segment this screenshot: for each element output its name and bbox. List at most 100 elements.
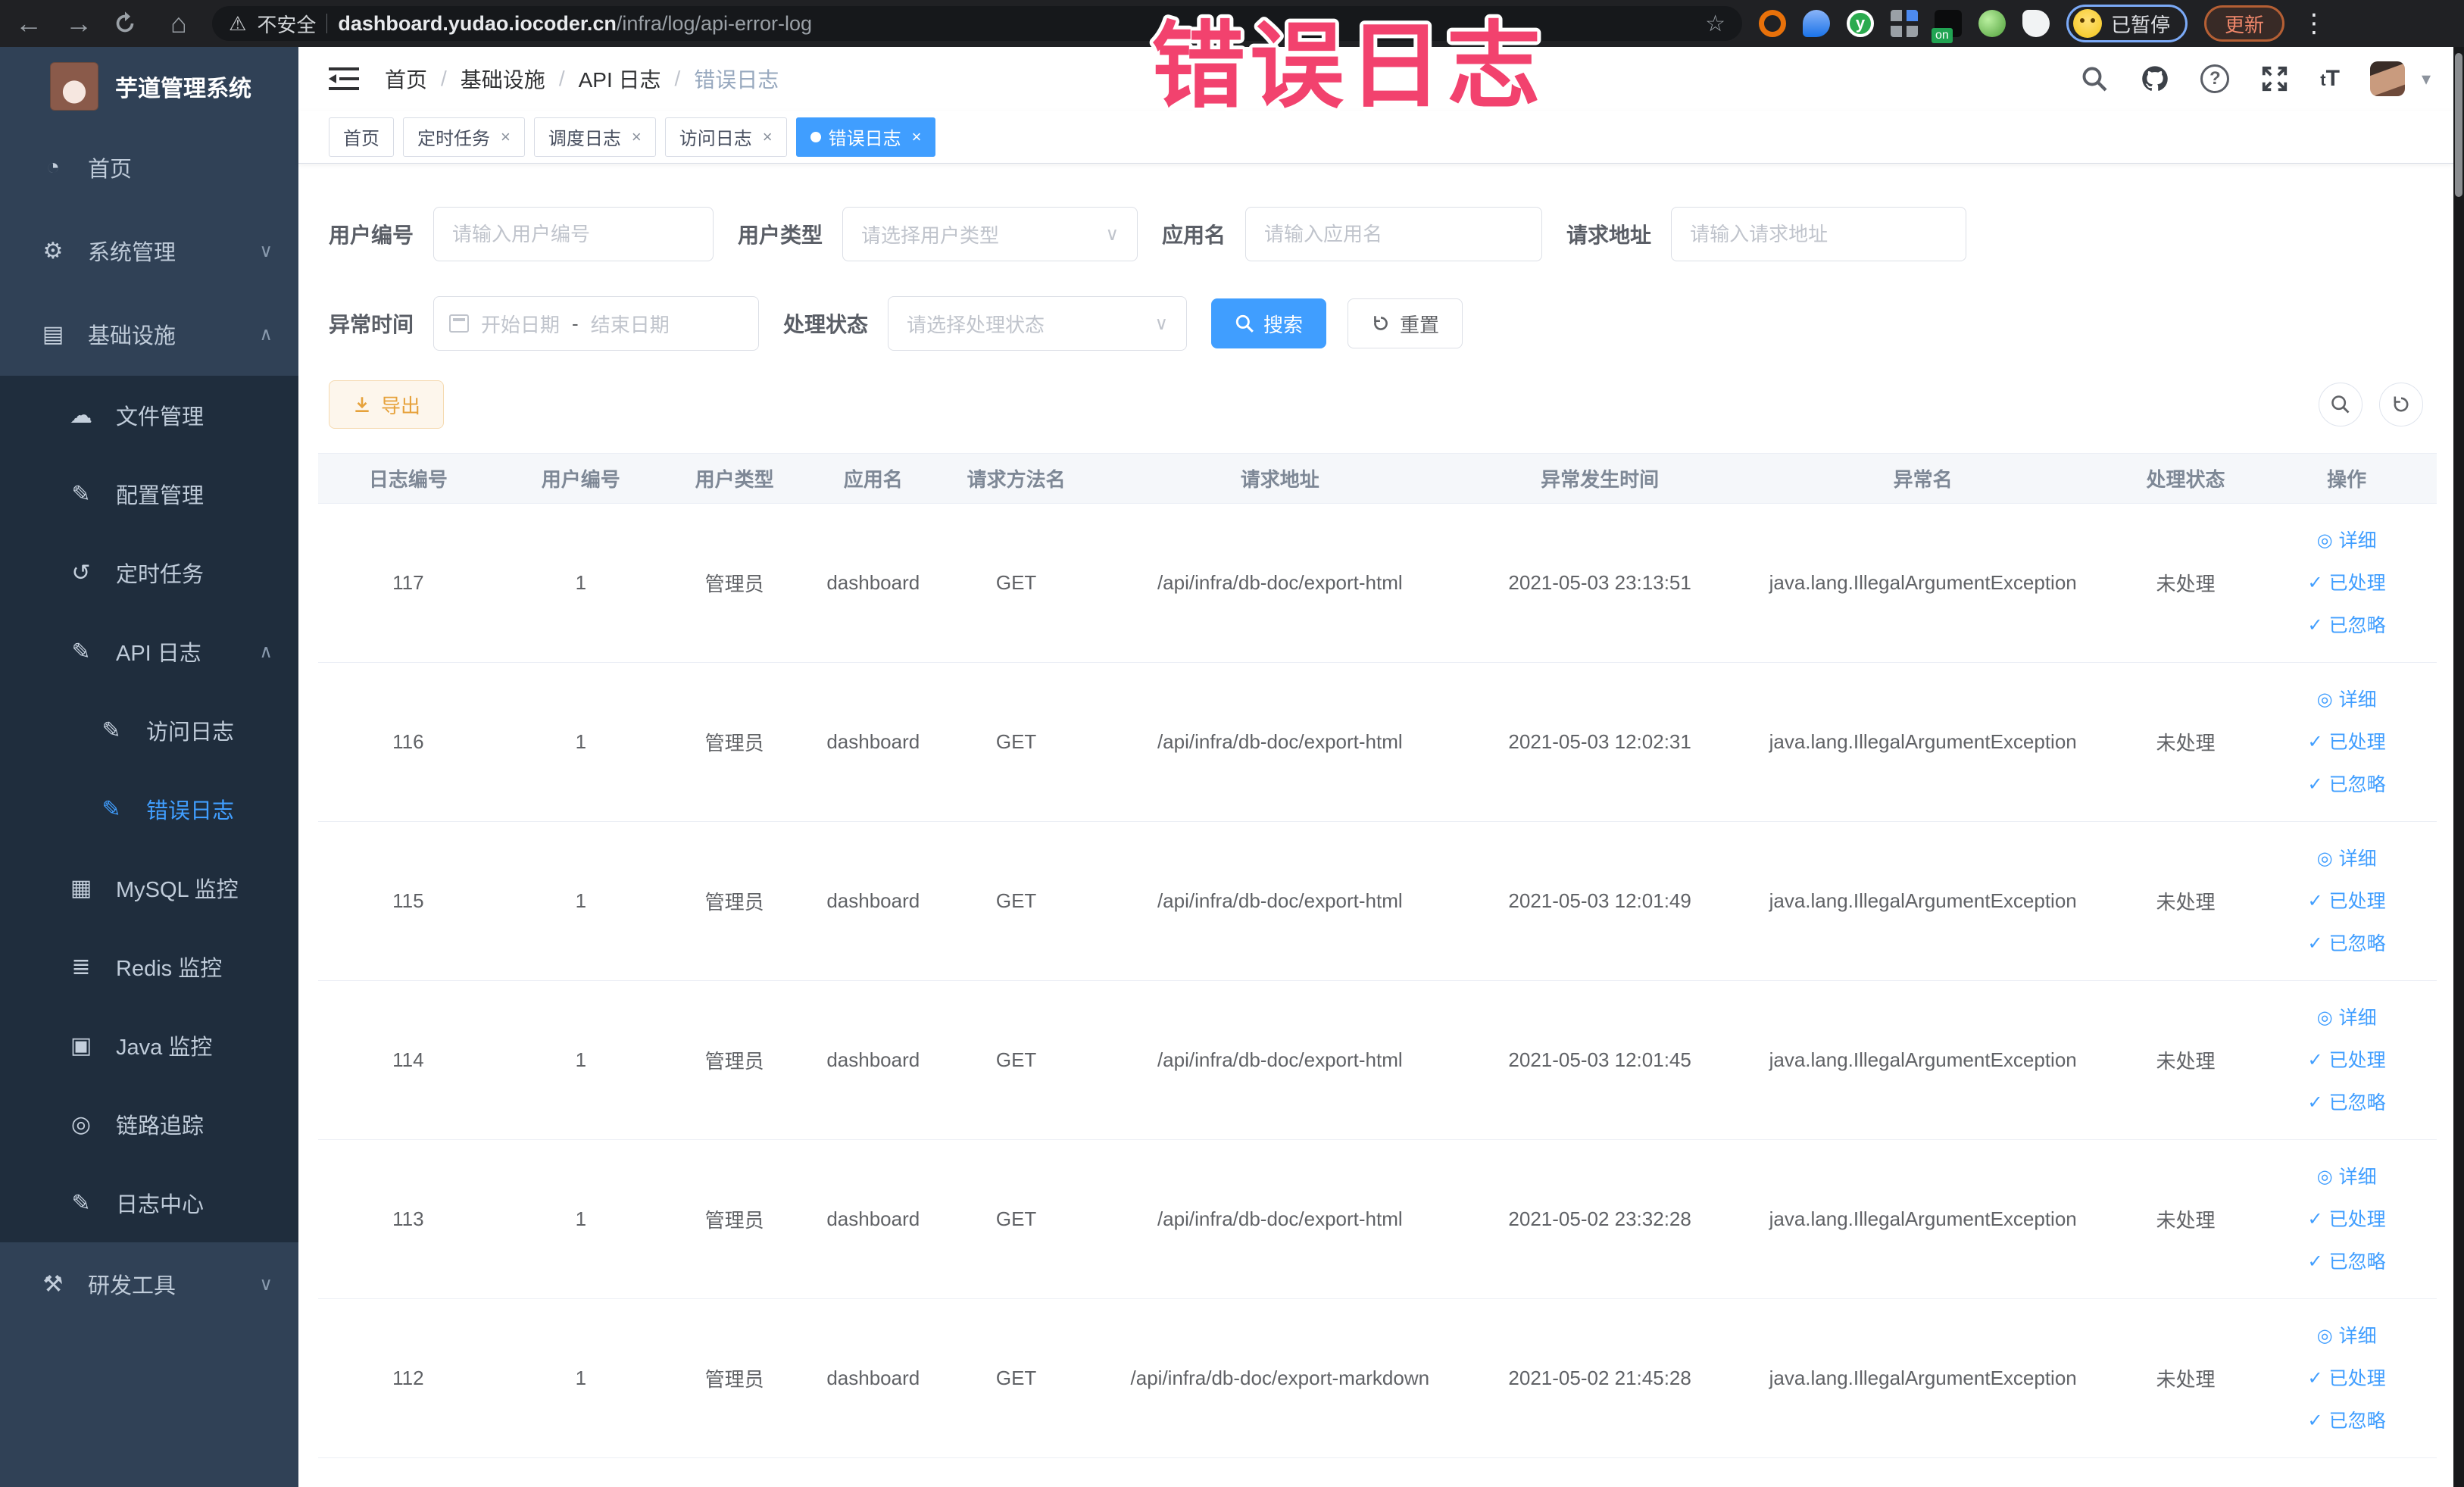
font-size-icon[interactable]: tT	[2320, 66, 2340, 92]
bookmark-star-icon[interactable]: ☆	[1705, 11, 1725, 37]
page-scrollbar[interactable]	[2453, 47, 2464, 1487]
row-action-processed[interactable]: ✓ 已处理	[2256, 1198, 2437, 1241]
row-action-detail[interactable]: ◎ 详细	[2256, 1315, 2437, 1357]
extensions-puzzle-icon[interactable]	[2022, 10, 2050, 37]
cell-userType: 管理员	[663, 821, 806, 981]
row-action-ignored[interactable]: ✓ 已忽略	[2256, 1082, 2437, 1124]
cell-method: GET	[941, 821, 1091, 981]
timer-icon: ↺	[71, 560, 91, 586]
app-header: 首页 / 基础设施 / API 日志 / 错误日志 ? tT ▾	[298, 47, 2453, 111]
extension-icon-grid[interactable]	[1891, 10, 1918, 37]
chevron-up-icon: ∧	[259, 641, 273, 662]
help-icon[interactable]: ?	[2200, 64, 2230, 93]
date-range-picker[interactable]: 开始日期 - 结束日期	[433, 296, 760, 351]
toggle-search-button[interactable]	[2319, 383, 2363, 426]
fullscreen-icon[interactable]	[2259, 64, 2290, 94]
browser-menu-icon[interactable]: ⋮	[2301, 8, 2327, 39]
url-text[interactable]: dashboard.yudao.iocoder.cn/infra/log/api…	[338, 12, 812, 36]
not-secure-label[interactable]: 不安全	[257, 10, 316, 38]
tag-schedule-log[interactable]: 调度日志 ×	[533, 117, 656, 157]
row-action-processed[interactable]: ✓ 已处理	[2256, 1039, 2437, 1082]
caret-down-icon[interactable]: ▾	[2422, 68, 2431, 90]
row-action-ignored[interactable]: ✓ 已忽略	[2256, 764, 2437, 806]
row-action-processed[interactable]: ✓ 已处理	[2256, 880, 2437, 923]
row-action-processed[interactable]: ✓ 已处理	[2256, 1357, 2437, 1400]
extension-icon-leaf[interactable]	[1978, 10, 2006, 37]
sidebar-collapse-icon[interactable]	[329, 66, 359, 92]
search-button[interactable]: 搜索	[1211, 298, 1327, 348]
row-action-ignored[interactable]: ✓ 已忽略	[2256, 923, 2437, 965]
extension-icon-switch[interactable]: on	[1932, 10, 1962, 43]
tag-access-log[interactable]: 访问日志 ×	[664, 117, 787, 157]
sidebar-item-dev-tools[interactable]: ⚒ 研发工具 ∨	[0, 1242, 298, 1326]
row-action-ignored[interactable]: ✓ 已忽略	[2256, 1241, 2437, 1283]
extension-icon-green-y[interactable]: y	[1847, 10, 1874, 37]
tag-home[interactable]: 首页	[329, 117, 394, 157]
user-avatar[interactable]	[2369, 61, 2405, 96]
export-button[interactable]: 导出	[329, 380, 445, 429]
profile-chip[interactable]: 已暂停	[2066, 5, 2188, 42]
close-icon[interactable]: ×	[501, 127, 511, 147]
sidebar-item-label: 文件管理	[116, 405, 205, 430]
browser-update-button[interactable]: 更新	[2204, 5, 2285, 42]
sidebar-item-config-manage[interactable]: ✎ 配置管理	[0, 455, 298, 533]
row-action-detail[interactable]: ◎ 详细	[2256, 997, 2437, 1039]
row-action-processed[interactable]: ✓ 已处理	[2256, 562, 2437, 604]
extension-icon-orange[interactable]	[1759, 10, 1786, 37]
row-action-ignored[interactable]: ✓ 已忽略	[2256, 1400, 2437, 1442]
app-name-input[interactable]	[1245, 207, 1543, 261]
sidebar-item-log-center[interactable]: ✎ 日志中心	[0, 1164, 298, 1242]
sidebar-item-home[interactable]: ◔ 首页	[0, 126, 298, 209]
row-action-ignored[interactable]: ✓ 已忽略	[2256, 604, 2437, 647]
row-action-processed[interactable]: ✓ 已处理	[2256, 721, 2437, 764]
back-icon[interactable]: ←	[12, 10, 45, 37]
sidebar-item-redis-monitor[interactable]: ≣ Redis 监控	[0, 927, 298, 1006]
request-url-input[interactable]	[1671, 207, 1967, 261]
forward-icon[interactable]: →	[62, 10, 95, 37]
chevron-down-icon: ∨	[1105, 223, 1120, 245]
row-action-detail[interactable]: ◎ 详细	[2256, 838, 2437, 880]
scrollbar-thumb[interactable]	[2455, 53, 2462, 197]
row-action-label: 已处理	[2328, 1208, 2386, 1230]
sidebar-item-java-monitor[interactable]: ▣ Java 监控	[0, 1006, 298, 1085]
row-action-detail[interactable]: ◎ 详细	[2256, 520, 2437, 562]
breadcrumb-api-log[interactable]: API 日志	[579, 64, 661, 94]
sidebar-item-error-log[interactable]: ✎ 错误日志	[0, 770, 298, 848]
reload-icon[interactable]	[112, 11, 145, 36]
check-icon: ✓	[2307, 572, 2323, 593]
user-type-select[interactable]: 请选择用户类型 ∨	[842, 207, 1138, 261]
row-action-detail[interactable]: ◎ 详细	[2256, 1156, 2437, 1198]
sidebar-item-file-manage[interactable]: ☁ 文件管理	[0, 376, 298, 455]
sidebar-item-access-log[interactable]: ✎ 访问日志	[0, 691, 298, 770]
sidebar-item-api-log[interactable]: ✎ API 日志 ∧	[0, 612, 298, 691]
refresh-button[interactable]	[2379, 383, 2423, 426]
sidebar-item-system[interactable]: ⚙ 系统管理 ∨	[0, 209, 298, 292]
cell-status: 未处理	[2114, 821, 2257, 981]
tag-scheduled-jobs[interactable]: 定时任务 ×	[403, 117, 525, 157]
row-action-label: 详细	[2338, 1166, 2377, 1188]
sidebar-item-scheduled-jobs[interactable]: ↺ 定时任务	[0, 533, 298, 612]
address-bar[interactable]: ⚠ 不安全 dashboard.yudao.iocoder.cn/infra/l…	[212, 6, 1742, 41]
sidebar-item-mysql-monitor[interactable]: ▦ MySQL 监控	[0, 848, 298, 927]
log-center-icon: ✎	[71, 1190, 91, 1216]
reset-button[interactable]: 重置	[1348, 298, 1463, 348]
row-action-detail[interactable]: ◎ 详细	[2256, 679, 2437, 721]
sidebar-item-label: Redis 监控	[116, 957, 223, 981]
app-logo-row[interactable]: 芋道管理系统	[0, 47, 298, 126]
github-icon[interactable]	[2140, 64, 2170, 94]
close-icon[interactable]: ×	[912, 127, 922, 147]
breadcrumb-infra[interactable]: 基础设施	[461, 64, 545, 94]
close-icon[interactable]: ×	[763, 127, 773, 147]
sidebar-item-trace[interactable]: ◎ 链路追踪	[0, 1085, 298, 1164]
search-icon[interactable]	[2079, 64, 2110, 94]
tag-error-log[interactable]: 错误日志 ×	[795, 117, 936, 157]
breadcrumb-home[interactable]: 首页	[385, 64, 427, 94]
close-icon[interactable]: ×	[632, 127, 642, 147]
home-icon[interactable]: ⌂	[162, 10, 195, 37]
user-id-input[interactable]	[433, 207, 714, 261]
sidebar-item-infra[interactable]: ▤ 基础设施 ∧	[0, 292, 298, 376]
chevron-down-icon: ∨	[1154, 313, 1169, 334]
monitor-icon: ▤	[42, 321, 64, 347]
extension-icon-blue-drop[interactable]	[1803, 10, 1830, 37]
status-select[interactable]: 请选择处理状态 ∨	[888, 296, 1188, 351]
